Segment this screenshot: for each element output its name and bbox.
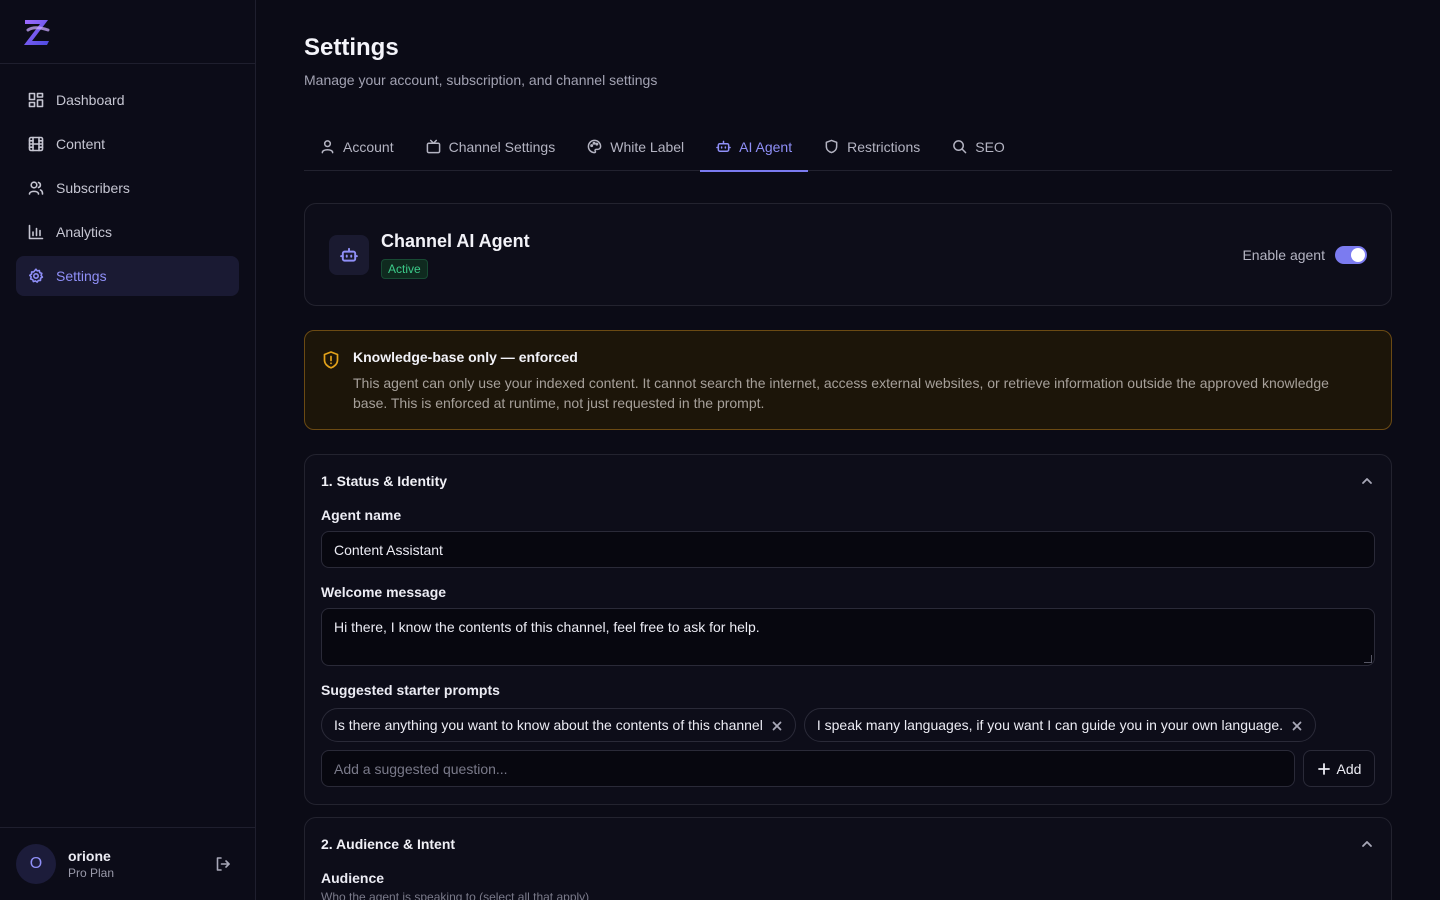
agent-avatar xyxy=(329,234,369,275)
tab-label: Channel Settings xyxy=(448,138,556,155)
users-icon xyxy=(28,181,44,195)
notice-text: Knowledge-base only — enforced This agen… xyxy=(353,349,1367,413)
agent-info: Channel AI Agent Active xyxy=(381,231,1242,279)
page-subtitle: Manage your account, subscription, and c… xyxy=(304,72,658,88)
welcome-message-textarea[interactable]: Hi there, I know the contents of this ch… xyxy=(321,608,1375,666)
logout-button[interactable] xyxy=(211,852,235,876)
welcome-message-text: Hi there, I know the contents of this ch… xyxy=(334,619,760,635)
sidebar-item-label: Dashboard xyxy=(56,92,125,108)
search-icon xyxy=(953,140,967,154)
user-icon xyxy=(321,140,334,154)
bot-icon xyxy=(340,247,358,262)
agent-title: Channel AI Agent xyxy=(381,230,530,251)
app-root: Dashboard Content Subscribers Analytics … xyxy=(0,0,1440,900)
add-prompt-button[interactable]: Add xyxy=(1303,750,1375,787)
sidebar: Dashboard Content Subscribers Analytics … xyxy=(0,0,256,900)
main-content: Settings Manage your account, subscripti… xyxy=(256,0,1440,900)
dashboard-icon xyxy=(28,92,44,108)
add-prompt-row: Add a suggested question... Add xyxy=(321,750,1375,787)
tab-ai-agent[interactable]: AI Agent xyxy=(700,122,809,172)
enable-agent-control: Enable agent xyxy=(1242,245,1367,264)
section-header[interactable]: 1. Status & Identity xyxy=(321,471,1375,491)
sidebar-item-analytics[interactable]: Analytics xyxy=(16,212,239,252)
starter-prompt-text: Is there anything you want to know about… xyxy=(334,717,763,733)
tab-label: Restrictions xyxy=(847,138,921,155)
welcome-message-label: Welcome message xyxy=(321,584,447,600)
plus-icon xyxy=(1317,762,1330,775)
tab-label: Account xyxy=(343,138,394,155)
chevron-up-icon[interactable] xyxy=(1359,473,1375,489)
agent-name-label: Agent name xyxy=(321,507,402,523)
brand-logo[interactable] xyxy=(22,16,52,48)
close-icon[interactable] xyxy=(1291,719,1303,731)
sidebar-item-label: Settings xyxy=(56,268,107,284)
status-badge: Active xyxy=(381,258,428,279)
tab-white-label[interactable]: White Label xyxy=(571,122,700,171)
sidebar-item-settings[interactable]: Settings xyxy=(16,256,239,296)
resize-handle-icon[interactable] xyxy=(1364,655,1372,663)
shield-alert-icon xyxy=(321,350,341,370)
agent-card: Channel AI Agent Active Enable agent xyxy=(304,203,1392,306)
add-button-label: Add xyxy=(1336,760,1362,777)
starter-prompt-text: I speak many languages, if you want I ca… xyxy=(816,717,1284,733)
bar-chart-icon xyxy=(28,224,44,240)
bot-icon xyxy=(716,140,731,152)
tab-label: SEO xyxy=(975,138,1005,155)
avatar[interactable]: O xyxy=(16,844,56,884)
starter-prompts-list: Is there anything you want to know about… xyxy=(321,708,1375,742)
audience-label: Audience xyxy=(321,870,385,886)
film-icon xyxy=(28,136,44,152)
tab-label: White Label xyxy=(610,138,685,155)
tab-channel-settings[interactable]: Channel Settings xyxy=(410,122,572,171)
audience-hint: Who the agent is speaking to (select all… xyxy=(321,890,590,900)
user-name: orione xyxy=(68,848,111,864)
section-title: 2. Audience & Intent xyxy=(321,836,456,852)
user-info: orione Pro Plan xyxy=(68,848,199,880)
agent-name-input[interactable]: Content Assistant xyxy=(321,531,1375,568)
logout-icon xyxy=(216,857,230,871)
audience-intent-section: 2. Audience & Intent Audience Who the ag… xyxy=(304,817,1392,900)
notice-title: Knowledge-base only — enforced xyxy=(353,349,578,365)
shield-icon xyxy=(825,139,838,154)
gear-icon xyxy=(29,268,44,283)
starter-prompts-label: Suggested starter prompts xyxy=(321,682,500,698)
sidebar-item-subscribers[interactable]: Subscribers xyxy=(16,168,239,208)
tab-restrictions[interactable]: Restrictions xyxy=(808,122,936,171)
add-prompt-input[interactable]: Add a suggested question... xyxy=(321,750,1295,787)
enable-agent-label: Enable agent xyxy=(1242,246,1325,263)
sidebar-item-label: Subscribers xyxy=(56,180,130,196)
tab-seo[interactable]: SEO xyxy=(936,122,1021,171)
settings-tabs: Account Channel Settings White Label AI … xyxy=(304,122,1392,172)
tab-account[interactable]: Account xyxy=(304,122,410,171)
knowledge-base-notice: Knowledge-base only — enforced This agen… xyxy=(304,330,1392,430)
section-title: 1. Status & Identity xyxy=(321,473,448,489)
tv-icon xyxy=(426,139,440,154)
palette-icon xyxy=(587,139,602,154)
tab-label: AI Agent xyxy=(739,138,793,155)
page-title: Settings xyxy=(304,34,399,61)
close-icon[interactable] xyxy=(771,719,783,731)
starter-prompt-chip: I speak many languages, if you want I ca… xyxy=(803,708,1317,742)
sidebar-nav: Dashboard Content Subscribers Analytics … xyxy=(0,64,255,312)
starter-prompt-chip: Is there anything you want to know about… xyxy=(321,708,796,742)
logo-area xyxy=(0,0,255,64)
enable-agent-toggle[interactable] xyxy=(1335,245,1367,264)
status-identity-section: 1. Status & Identity Agent name Content … xyxy=(304,454,1392,805)
notice-body: This agent can only use your indexed con… xyxy=(353,375,1329,411)
sidebar-item-content[interactable]: Content xyxy=(16,124,239,164)
user-panel: O orione Pro Plan xyxy=(0,827,255,900)
user-plan: Pro Plan xyxy=(68,866,115,880)
sidebar-item-label: Content xyxy=(56,136,106,152)
chevron-up-icon[interactable] xyxy=(1359,836,1375,852)
sidebar-item-dashboard[interactable]: Dashboard xyxy=(16,80,239,120)
sidebar-item-label: Analytics xyxy=(56,224,113,240)
section-header[interactable]: 2. Audience & Intent xyxy=(321,834,1375,854)
